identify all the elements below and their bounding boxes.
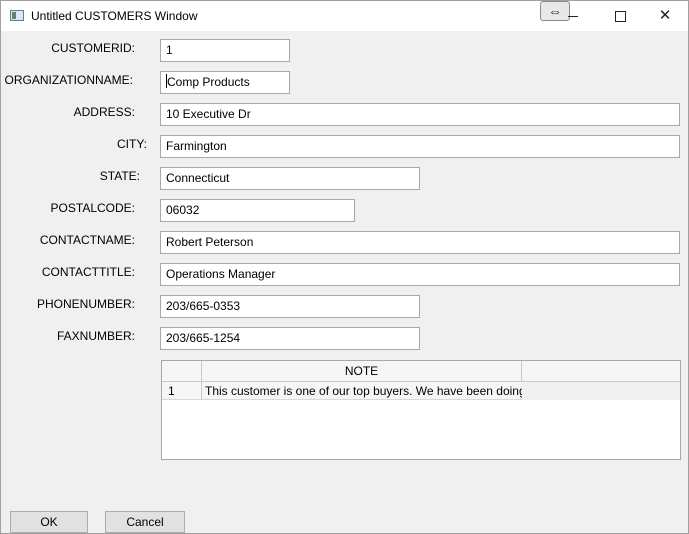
ok-button[interactable]: OK (10, 511, 88, 533)
minimize-button[interactable] (550, 1, 596, 31)
app-window-icon (10, 10, 24, 21)
address-label: ADDRESS: (73, 105, 135, 119)
postalcode-field[interactable]: 06032 (160, 199, 355, 222)
grid-header-filler (522, 361, 680, 381)
customerid-label: CUSTOMERID: (51, 41, 135, 55)
maximize-icon (614, 10, 626, 22)
phonenumber-label: PHONENUMBER: (36, 297, 135, 311)
postalcode-label: POSTALCODE: (50, 201, 135, 215)
address-field[interactable]: 10 Executive Dr (160, 103, 680, 126)
close-button[interactable]: ✕ (642, 1, 688, 31)
note-cell[interactable]: This customer is one of our top buyers. … (202, 382, 522, 400)
table-row[interactable]: 1 This customer is one of our top buyers… (162, 382, 680, 400)
row-number[interactable]: 1 (162, 382, 202, 400)
note-column-header[interactable]: NOTE (202, 361, 522, 381)
faxnumber-label: FAXNUMBER: (56, 329, 135, 343)
title-bar[interactable]: Untitled CUSTOMERS Window ⇔ ✕ (1, 1, 688, 31)
city-label: CITY: (116, 137, 147, 151)
contacttitle-field[interactable]: Operations Manager (160, 263, 680, 286)
organizationname-field[interactable]: Comp Products (160, 71, 290, 94)
customerid-field[interactable]: 1 (160, 39, 290, 62)
close-icon: ✕ (658, 7, 672, 24)
customers-window: Untitled CUSTOMERS Window ⇔ ✕ CUSTOMERID… (0, 0, 689, 534)
cancel-button[interactable]: Cancel (105, 511, 185, 533)
faxnumber-field[interactable]: 203/665-1254 (160, 327, 420, 350)
organizationname-label: ORGANIZATIONNAME: (4, 73, 133, 87)
grid-corner-cell[interactable] (162, 361, 202, 381)
contacttitle-label: CONTACTTITLE: (41, 265, 135, 279)
state-field[interactable]: Connecticut (160, 167, 420, 190)
organizationname-value: Comp Products (167, 75, 250, 89)
grid-header: NOTE (162, 361, 680, 382)
grid-empty-area (162, 400, 680, 459)
phonenumber-field[interactable]: 203/665-0353 (160, 295, 420, 318)
state-label: STATE: (99, 169, 140, 183)
notes-grid[interactable]: NOTE 1 This customer is one of our top b… (161, 360, 681, 460)
city-field[interactable]: Farmington (160, 135, 680, 158)
contactname-field[interactable]: Robert Peterson (160, 231, 680, 254)
contactname-label: CONTACTNAME: (39, 233, 135, 247)
maximize-button[interactable] (597, 1, 643, 31)
minimize-icon (568, 15, 578, 17)
window-title: Untitled CUSTOMERS Window (31, 9, 198, 23)
